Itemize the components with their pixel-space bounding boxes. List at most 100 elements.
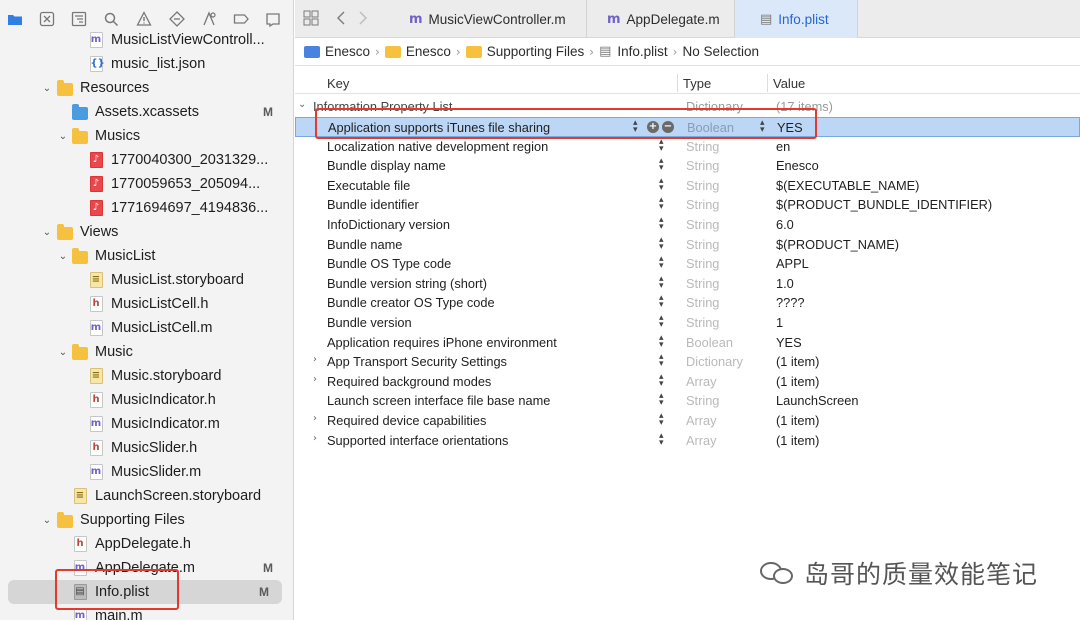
plist-row[interactable]: Bundle version ▴ ▾ String 1 [295,313,1080,333]
tab-info-plist[interactable]: ▤ Info.plist [735,0,858,38]
breadcrumb-selection[interactable]: No Selection [682,44,759,59]
plist-value[interactable]: (1 item) [776,433,819,448]
disclosure-open-icon[interactable]: ⌄ [57,130,69,142]
plist-type[interactable]: String [686,295,719,310]
tab-appdelegate[interactable]: m AppDelegate.m [587,0,735,38]
tree-group-resources[interactable]: ⌄ Resources [0,76,293,100]
tree-group-music[interactable]: ⌄ Music [0,340,293,364]
plist-row[interactable]: Launch screen interface file base name ▴ ▾… [295,391,1080,411]
stepper-icon[interactable]: ▴ ▾ [659,137,664,153]
plist-row[interactable]: Application requires iPhone environment ▴… [295,333,1080,353]
tree-item-music-storyboard[interactable]: ≡ Music.storyboard [0,364,293,388]
plist-row[interactable]: Bundle name ▴ ▾ String $(PRODUCT_NAME) [295,235,1080,255]
source-control-icon[interactable] [38,10,56,28]
breadcrumb-subgroup[interactable]: Supporting Files [465,44,584,59]
plist-value[interactable]: ???? [776,295,804,310]
plist-type[interactable]: Array [686,374,717,389]
tree-item-appdelegate-h[interactable]: h AppDelegate.h [0,532,293,556]
tree-group-views[interactable]: ⌄ Views [0,220,293,244]
disclosure-open-icon[interactable]: ⌄ [298,99,306,110]
tree-item-musiclist-storyboard[interactable]: ≡ MusicList.storyboard [0,268,293,292]
disclosure-closed-icon[interactable]: › [313,413,317,424]
tree-item-launchscreen-storyboard[interactable]: ≡ LaunchScreen.storyboard [0,484,293,508]
plist-value[interactable]: (1 item) [776,374,819,389]
plist-value[interactable]: 1.0 [776,276,794,291]
plist-type[interactable]: String [686,197,719,212]
folder-icon[interactable] [6,10,24,28]
stepper-icon[interactable]: ▴ ▾ [659,216,664,232]
plist-value[interactable]: LaunchScreen [776,393,859,408]
plist-row[interactable]: Bundle OS Type code ▴ ▾ String APPL [295,254,1080,274]
stepper-icon[interactable]: ▴ ▾ [659,294,664,310]
plist-type[interactable]: String [686,315,719,330]
tree-item-musicindicator-m[interactable]: m MusicIndicator.m [0,412,293,436]
breadcrumb-file[interactable]: ▤ Info.plist [599,44,668,59]
stepper-icon[interactable]: ▴ ▾ [659,353,664,369]
tree-item-mp3[interactable]: ♪ 1771694697_4194836... [0,196,293,220]
stepper-icon[interactable]: ▴ ▾ [659,372,664,388]
tree-item-music-list-json[interactable]: {} music_list.json [0,52,293,76]
stepper-icon[interactable]: ▴ ▾ [659,255,664,271]
disclosure-closed-icon[interactable]: › [313,433,317,444]
tree-item-musiclistviewcontroller-m[interactable]: m MusicListViewControll... [0,28,293,52]
breadcrumb-project[interactable]: Enesco [304,44,370,59]
plist-value[interactable]: $(PRODUCT_NAME) [776,237,899,252]
plist-row[interactable]: Executable file ▴ ▾ String $(EXECUTABLE_NAME… [295,176,1080,196]
column-header-type[interactable]: Type [683,76,711,91]
back-icon[interactable] [335,10,347,30]
column-header-key[interactable]: Key [327,76,349,91]
plist-type[interactable]: String [686,217,719,232]
tab-musicviewcontroller[interactable]: m MusicViewController.m [387,0,587,38]
disclosure-open-icon[interactable]: ⌄ [57,346,69,358]
tree-group-musics[interactable]: ⌄ Musics [0,124,293,148]
stepper-icon[interactable]: ▴ ▾ [659,412,664,428]
stepper-icon[interactable]: ▴ ▾ [659,392,664,408]
stepper-icon[interactable]: ▴ ▾ [659,176,664,192]
plist-row[interactable]: InfoDictionary version ▴ ▾ String 6.0 [295,215,1080,235]
forward-icon[interactable] [357,10,369,30]
plist-value[interactable]: YES [776,335,802,350]
plist-type[interactable]: String [686,139,719,154]
plist-type[interactable]: Dictionary [686,354,743,369]
tree-item-mp3[interactable]: ♪ 1770040300_2031329... [0,148,293,172]
stepper-icon[interactable]: ▴ ▾ [659,431,664,447]
disclosure-closed-icon[interactable]: › [313,374,317,385]
plist-value[interactable]: $(PRODUCT_BUNDLE_IDENTIFIER) [776,197,992,212]
stepper-icon[interactable]: ▴ ▾ [659,157,664,173]
tree-item-musiclistcell-m[interactable]: m MusicListCell.m [0,316,293,340]
plist-row[interactable]: › Required background modes ▴ ▾ Array (1 item… [295,372,1080,392]
plist-value[interactable]: 6.0 [776,217,794,232]
plist-row[interactable]: › Supported interface orientations ▴ ▾ Array… [295,431,1080,451]
plist-type[interactable]: String [686,158,719,173]
stepper-icon[interactable]: ▴ ▾ [659,314,664,330]
tree-item-musicslider-h[interactable]: h MusicSlider.h [0,436,293,460]
plist-type[interactable]: Array [686,413,717,428]
tree-item-mp3[interactable]: ♪ 1770059653_205094... [0,172,293,196]
plist-row[interactable]: › App Transport Security Settings ▴ ▾ Dictio… [295,352,1080,372]
plist-type[interactable]: String [686,393,719,408]
plist-row[interactable]: › Required device capabilities ▴ ▾ Array (1 i… [295,411,1080,431]
stepper-icon[interactable]: ▴ ▾ [659,274,664,290]
disclosure-open-icon[interactable]: ⌄ [41,514,53,526]
column-divider[interactable] [677,74,678,92]
column-divider[interactable] [767,74,768,92]
test-icon[interactable] [168,10,186,28]
plist-row[interactable]: Localization native development region ▴ ▾… [295,137,1080,157]
plist-type[interactable]: String [686,237,719,252]
tree-group-supporting-files[interactable]: ⌄ Supporting Files [0,508,293,532]
plist-row[interactable]: Bundle version string (short) ▴ ▾ String 1.0 [295,274,1080,294]
tree-group-musiclist[interactable]: ⌄ MusicList [0,244,293,268]
tree-item-musicslider-m[interactable]: m MusicSlider.m [0,460,293,484]
hierarchy-icon[interactable] [70,10,88,28]
stepper-icon[interactable]: ▴ ▾ [659,196,664,212]
tree-item-musiclistcell-h[interactable]: h MusicListCell.h [0,292,293,316]
debug-icon[interactable] [200,10,218,28]
plist-type[interactable]: String [686,256,719,271]
plist-row[interactable]: Bundle creator OS Type code ▴ ▾ String???? [295,293,1080,313]
grid-icon[interactable] [303,10,319,30]
tree-item-musicindicator-h[interactable]: h MusicIndicator.h [0,388,293,412]
disclosure-open-icon[interactable]: ⌄ [41,226,53,238]
breakpoint-icon[interactable] [232,10,250,28]
plist-value[interactable]: $(EXECUTABLE_NAME) [776,178,919,193]
stepper-icon[interactable]: ▴ ▾ [659,235,664,251]
